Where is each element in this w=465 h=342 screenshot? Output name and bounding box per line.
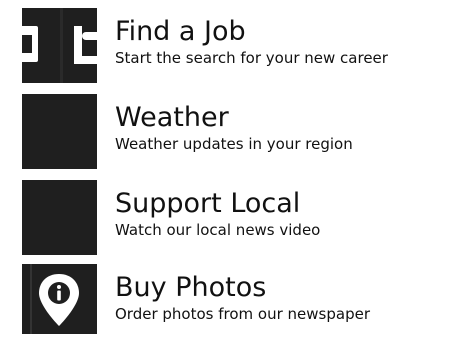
- item-thumbnail: [22, 180, 97, 255]
- item-text: Find a Job Start the search for your new…: [115, 16, 460, 68]
- briefcase-icon: [22, 8, 97, 83]
- item-text: Buy Photos Order photos from our newspap…: [115, 272, 460, 324]
- item-title: Buy Photos: [115, 272, 267, 303]
- item-subtitle: Order photos from our newspaper: [115, 305, 370, 323]
- item-text: Weather Weather updates in your region: [115, 102, 460, 154]
- list-item-weather[interactable]: Weather Weather updates in your region: [0, 94, 465, 172]
- item-subtitle: Watch our local news video: [115, 221, 321, 239]
- list-item-support-local[interactable]: Support Local Watch our local news video: [0, 180, 465, 258]
- item-title: Support Local: [115, 188, 301, 219]
- item-thumbnail: [22, 8, 97, 83]
- item-subtitle: Weather updates in your region: [115, 135, 353, 153]
- list-item-buy-photos[interactable]: Buy Photos Order photos from our newspap…: [0, 264, 465, 342]
- location-pin-icon: [22, 264, 97, 334]
- item-text: Support Local Watch our local news video: [115, 188, 460, 240]
- item-subtitle: Start the search for your new career: [115, 49, 388, 67]
- item-title: Weather: [115, 102, 229, 133]
- item-thumbnail: [22, 264, 97, 334]
- list-item-find-a-job[interactable]: Find a Job Start the search for your new…: [0, 8, 465, 86]
- item-thumbnail: [22, 94, 97, 169]
- item-title: Find a Job: [115, 16, 246, 47]
- promo-list: Find a Job Start the search for your new…: [0, 0, 465, 334]
